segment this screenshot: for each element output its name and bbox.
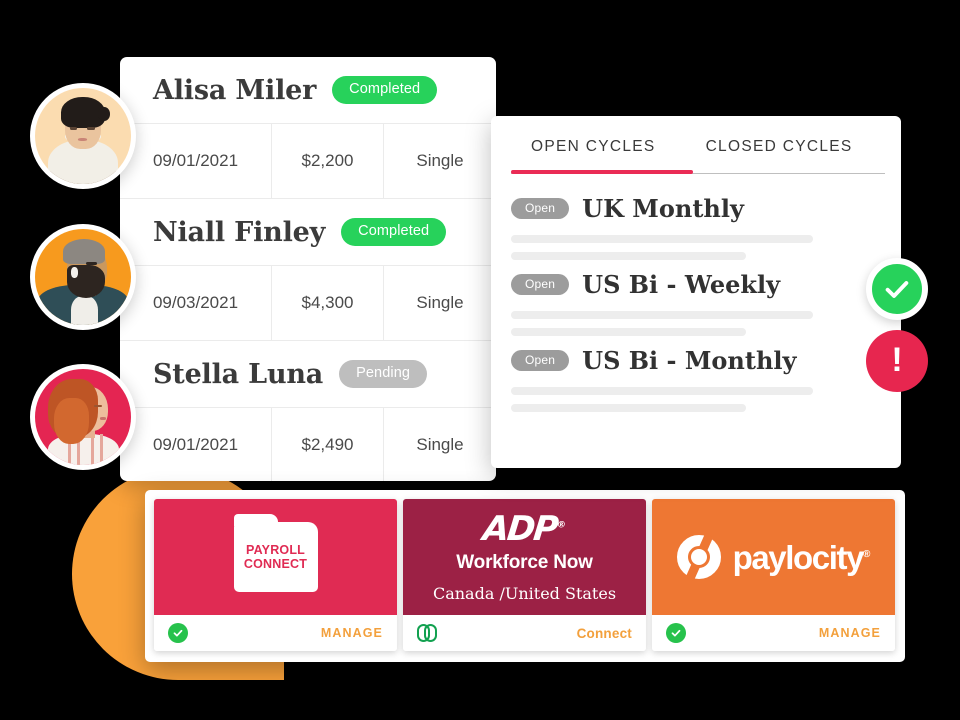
placeholder-bar [511,235,813,243]
cell-filing-status: Single [416,293,464,312]
cycle-status-badge: Open [511,350,570,371]
table-row[interactable]: 09/03/2021 $4,300 Single [120,265,496,341]
cycles-tabs: OPEN CYCLES CLOSED CYCLES [491,116,901,174]
cycle-status-badge: Open [511,274,570,295]
list-item[interactable]: Open US Bi - Weekly [491,270,901,336]
cycle-name: US Bi - Monthly [582,346,797,375]
active-tab-underline [511,170,693,174]
alert-circle-icon: ! [866,330,928,392]
check-circle-icon [666,623,686,643]
integration-card-paylocity[interactable]: paylocity® MANAGE [652,499,895,651]
placeholder-bar [511,311,813,319]
integrations-panel: PAYROLL CONNECT MANAGE ADP® Workforce No [145,490,905,662]
cycle-status-badge: Open [511,198,570,219]
employee-name: Stella Luna [153,358,324,390]
manage-button[interactable]: MANAGE [321,626,383,640]
exclamation-glyph: ! [891,341,903,379]
folder-logo-line-1: PAYROLL [245,543,306,557]
cycle-name: US Bi - Weekly [582,270,781,299]
registered-mark: ® [556,520,567,531]
cell-amount: $4,300 [272,266,384,340]
avatar [30,224,136,330]
tab-closed-cycles[interactable]: CLOSED CYCLES [706,138,853,172]
registered-mark: ® [863,548,871,560]
employee-name: Niall Finley [153,216,326,248]
avatar [30,364,136,470]
cell-date: 09/01/2021 [120,124,272,198]
paylocity-logo-icon [676,533,721,581]
cell-date: 09/03/2021 [120,266,272,340]
paylocity-wordmark: paylocity® [732,538,871,576]
cell-amount: $2,490 [272,408,384,481]
link-icon [417,624,439,642]
scene-root: Alisa Miler Completed 09/01/2021 $2,200 … [0,0,960,720]
status-badge: Completed [332,76,438,104]
integration-title: Workforce Now [456,551,593,573]
cycle-list: Open UK Monthly Open US Bi - Weekly Open… [491,172,901,412]
avatar [30,83,136,189]
status-badge: Pending [339,360,428,388]
adp-logo-icon: ADP® [481,508,567,549]
cell-filing-status: Single [416,151,464,170]
cell-date: 09/01/2021 [120,408,272,481]
table-row[interactable]: Stella Luna Pending [120,341,496,407]
manage-button[interactable]: MANAGE [819,626,881,640]
table-row[interactable]: Alisa Miler Completed [120,57,496,123]
placeholder-bar [511,328,746,336]
status-badge: Completed [341,218,447,246]
integration-subtitle: Canada /United States [432,583,617,603]
adp-wordmark: ADP [481,508,559,549]
check-circle-icon [168,623,188,643]
cell-amount: $2,200 [272,124,384,198]
cell-filing-status: Single [416,435,464,454]
integration-card-payroll-connect[interactable]: PAYROLL CONNECT MANAGE [154,499,397,651]
employee-name: Alisa Miler [153,74,317,106]
list-item[interactable]: Open UK Monthly [491,194,901,260]
placeholder-bar [511,252,746,260]
connect-button[interactable]: Connect [577,626,632,641]
check-circle-icon [866,258,928,320]
folder-logo-line-2: CONNECT [243,557,308,571]
table-row[interactable]: 09/01/2021 $2,490 Single [120,407,496,481]
placeholder-bar [511,404,746,412]
tab-open-cycles[interactable]: OPEN CYCLES [531,138,656,172]
placeholder-bar [511,387,813,395]
cycle-name: UK Monthly [582,194,744,223]
payroll-table-card: Alisa Miler Completed 09/01/2021 $2,200 … [120,57,496,481]
table-row[interactable]: Niall Finley Completed [120,199,496,265]
cycles-panel: OPEN CYCLES CLOSED CYCLES Open UK Monthl… [491,116,901,468]
integration-card-adp[interactable]: ADP® Workforce Now Canada /United States… [403,499,646,651]
folder-icon: PAYROLL CONNECT [233,514,318,592]
list-item[interactable]: Open US Bi - Monthly [491,346,901,412]
table-row[interactable]: 09/01/2021 $2,200 Single [120,123,496,199]
